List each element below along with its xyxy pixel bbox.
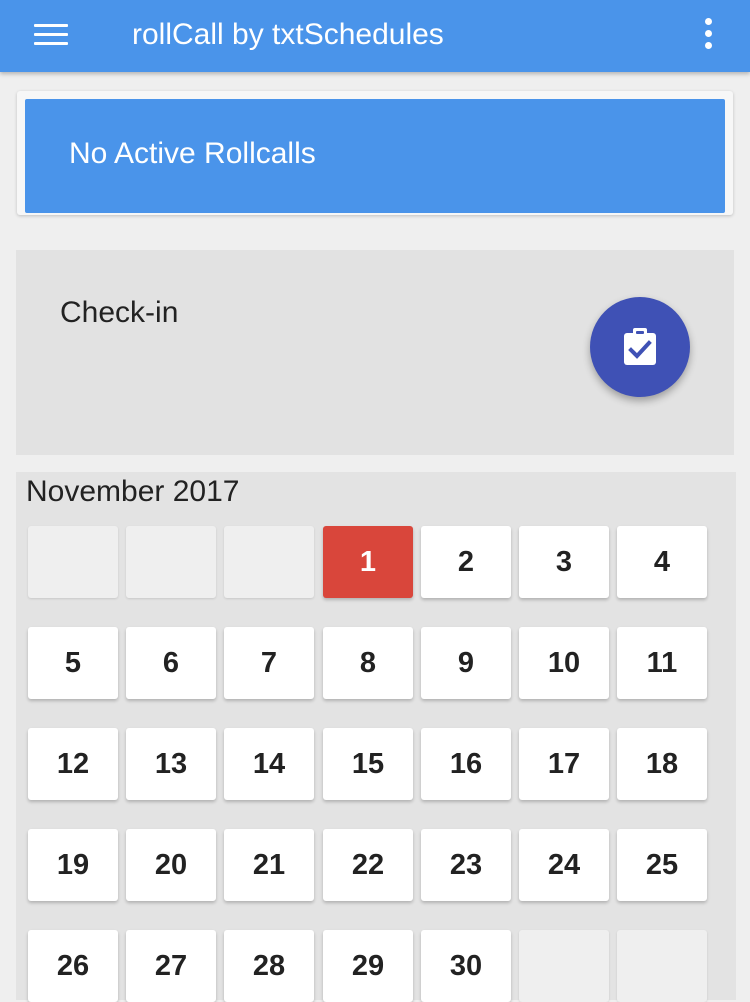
calendar-month-label: November 2017 bbox=[26, 475, 240, 508]
calendar-empty-cell bbox=[224, 526, 314, 598]
calendar-empty-cell bbox=[28, 526, 118, 598]
calendar-day-19[interactable]: 19 bbox=[28, 829, 118, 901]
checkin-label: Check-in bbox=[60, 296, 179, 329]
calendar-day-24[interactable]: 24 bbox=[519, 829, 609, 901]
calendar-day-29[interactable]: 29 bbox=[323, 930, 413, 1002]
calendar-day-3[interactable]: 3 bbox=[519, 526, 609, 598]
app-title: rollCall by txtSchedules bbox=[132, 18, 444, 51]
hamburger-menu-icon[interactable] bbox=[34, 22, 68, 50]
calendar-day-6[interactable]: 6 bbox=[126, 627, 216, 699]
calendar-day-10[interactable]: 10 bbox=[519, 627, 609, 699]
calendar-day-7[interactable]: 7 bbox=[224, 627, 314, 699]
calendar-day-20[interactable]: 20 bbox=[126, 829, 216, 901]
calendar-day-1[interactable]: 1 bbox=[323, 526, 413, 598]
app-bar: rollCall by txtSchedules bbox=[0, 0, 750, 72]
calendar-day-2[interactable]: 2 bbox=[421, 526, 511, 598]
calendar-day-4[interactable]: 4 bbox=[617, 526, 707, 598]
calendar-day-16[interactable]: 16 bbox=[421, 728, 511, 800]
calendar-day-8[interactable]: 8 bbox=[323, 627, 413, 699]
calendar-day-30[interactable]: 30 bbox=[421, 930, 511, 1002]
calendar-day-18[interactable]: 18 bbox=[617, 728, 707, 800]
calendar-empty-cell bbox=[519, 930, 609, 1002]
calendar-day-13[interactable]: 13 bbox=[126, 728, 216, 800]
calendar-empty-cell bbox=[617, 930, 707, 1002]
calendar-day-11[interactable]: 11 bbox=[617, 627, 707, 699]
calendar-day-9[interactable]: 9 bbox=[421, 627, 511, 699]
calendar-empty-cell bbox=[126, 526, 216, 598]
checkin-card: Check-in bbox=[16, 250, 734, 455]
clipboard-check-icon bbox=[624, 328, 656, 365]
calendar-day-23[interactable]: 23 bbox=[421, 829, 511, 901]
calendar-day-12[interactable]: 12 bbox=[28, 728, 118, 800]
rollcall-status-banner[interactable]: No Active Rollcalls bbox=[25, 99, 725, 213]
calendar-day-25[interactable]: 25 bbox=[617, 829, 707, 901]
calendar-day-28[interactable]: 28 bbox=[224, 930, 314, 1002]
calendar-day-14[interactable]: 14 bbox=[224, 728, 314, 800]
checkin-fab-button[interactable] bbox=[590, 297, 690, 397]
rollcall-status-card: No Active Rollcalls bbox=[17, 91, 733, 215]
calendar-day-17[interactable]: 17 bbox=[519, 728, 609, 800]
calendar-day-27[interactable]: 27 bbox=[126, 930, 216, 1002]
calendar: November 2017 1 2 3 4 5 6 7 8 9 10 11 12 13 14 15 16 17 1… bbox=[16, 472, 736, 1002]
calendar-day-22[interactable]: 22 bbox=[323, 829, 413, 901]
calendar-day-21[interactable]: 21 bbox=[224, 829, 314, 901]
rollcall-status-text: No Active Rollcalls bbox=[69, 137, 316, 170]
calendar-day-5[interactable]: 5 bbox=[28, 627, 118, 699]
more-vert-icon[interactable] bbox=[696, 16, 722, 52]
calendar-day-26[interactable]: 26 bbox=[28, 930, 118, 1002]
calendar-day-15[interactable]: 15 bbox=[323, 728, 413, 800]
